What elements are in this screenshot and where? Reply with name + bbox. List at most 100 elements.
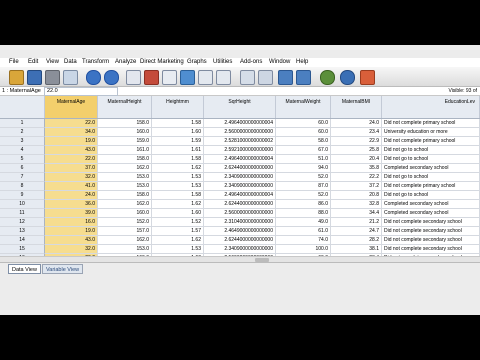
height-m-cell[interactable]: 1.53 [152, 245, 204, 254]
education-cell[interactable]: Did not go to school [382, 155, 480, 164]
maternal-age-cell[interactable]: 22.0 [45, 119, 98, 128]
maternal-height-cell[interactable]: 153.0 [98, 245, 152, 254]
maternal-bmi-cell[interactable]: 23.4 [331, 128, 382, 137]
maternal-age-cell[interactable]: 36.0 [45, 200, 98, 209]
row-number[interactable]: 15 [0, 245, 45, 254]
maternal-age-cell[interactable]: 32.0 [45, 173, 98, 182]
column-header-maternal-age[interactable]: MaternalAge [45, 96, 98, 118]
redo-icon[interactable] [104, 70, 119, 85]
height-m-cell[interactable]: 1.62 [152, 164, 204, 173]
tab-data-view[interactable]: Data View [8, 264, 41, 274]
row-number[interactable]: 14 [0, 236, 45, 245]
cell-value-field[interactable]: 22.0 [44, 87, 118, 96]
maternal-weight-cell[interactable]: 94.0 [276, 164, 331, 173]
maternal-height-cell[interactable]: 160.0 [98, 128, 152, 137]
maternal-bmi-cell[interactable]: 38.1 [331, 245, 382, 254]
height-m-cell[interactable]: 1.53 [152, 173, 204, 182]
maternal-weight-cell[interactable]: 49.0 [276, 218, 331, 227]
sqr-height-cell[interactable]: 2.3104000000000000 [204, 218, 276, 227]
maternal-bmi-cell[interactable]: 22.9 [331, 137, 382, 146]
maternal-weight-cell[interactable]: 52.0 [276, 191, 331, 200]
education-cell[interactable]: Did not complete secondary school [382, 236, 480, 245]
split-file-icon[interactable] [240, 70, 255, 85]
maternal-weight-cell[interactable]: 100.0 [276, 245, 331, 254]
maternal-bmi-cell[interactable]: 28.2 [331, 236, 382, 245]
insert-variable-icon[interactable] [216, 70, 231, 85]
menu-analyze[interactable]: Analyze [115, 58, 136, 67]
maternal-height-cell[interactable]: 152.0 [98, 218, 152, 227]
sqr-height-cell[interactable]: 2.5281000000000002 [204, 137, 276, 146]
height-m-cell[interactable]: 1.58 [152, 119, 204, 128]
education-cell[interactable]: Did not complete secondary school [382, 227, 480, 236]
maternal-age-cell[interactable]: 24.0 [45, 191, 98, 200]
maternal-age-cell[interactable]: 37.0 [45, 164, 98, 173]
maternal-bmi-cell[interactable]: 37.2 [331, 182, 382, 191]
sqr-height-cell[interactable]: 2.4964000000000004 [204, 155, 276, 164]
sqr-height-cell[interactable]: 2.5921000000000000 [204, 146, 276, 155]
education-cell[interactable]: Did not complete primary school [382, 119, 480, 128]
maternal-age-cell[interactable]: 16.0 [45, 218, 98, 227]
maternal-height-cell[interactable]: 158.0 [98, 119, 152, 128]
sqr-height-cell[interactable]: 2.3409000000000000 [204, 245, 276, 254]
sqr-height-cell[interactable]: 2.6244000000000000 [204, 164, 276, 173]
maternal-height-cell[interactable]: 158.0 [98, 191, 152, 200]
open-file-icon[interactable] [9, 70, 24, 85]
maternal-age-cell[interactable]: 34.0 [45, 128, 98, 137]
spell-check-icon[interactable] [360, 70, 375, 85]
education-cell[interactable]: Completed secondary school [382, 164, 480, 173]
maternal-age-cell[interactable]: 19.0 [45, 137, 98, 146]
insert-cases-icon[interactable] [198, 70, 213, 85]
maternal-height-cell[interactable]: 162.0 [98, 164, 152, 173]
maternal-height-cell[interactable]: 157.0 [98, 227, 152, 236]
height-m-cell[interactable]: 1.61 [152, 146, 204, 155]
height-m-cell[interactable]: 1.52 [152, 218, 204, 227]
select-cases-icon[interactable] [278, 70, 293, 85]
menu-utilities[interactable]: Utilities [213, 58, 232, 67]
sqr-height-cell[interactable]: 2.4649000000000000 [204, 227, 276, 236]
maternal-weight-cell[interactable]: 58.0 [276, 137, 331, 146]
column-header-education[interactable]: EducationLev [382, 96, 480, 118]
goto-case-icon[interactable] [126, 70, 141, 85]
sqr-height-cell[interactable]: 2.6244000000000000 [204, 200, 276, 209]
maternal-bmi-cell[interactable]: 34.4 [331, 209, 382, 218]
row-number[interactable]: 9 [0, 191, 45, 200]
education-cell[interactable]: Did not complete secondary school [382, 218, 480, 227]
maternal-weight-cell[interactable]: 52.0 [276, 173, 331, 182]
row-number[interactable]: 4 [0, 146, 45, 155]
height-m-cell[interactable]: 1.62 [152, 236, 204, 245]
tab-variable-view[interactable]: Variable View [42, 264, 84, 274]
maternal-age-cell[interactable]: 43.0 [45, 236, 98, 245]
menu-view[interactable]: View [46, 58, 59, 67]
value-labels-icon[interactable] [296, 70, 311, 85]
education-cell[interactable]: Did not complete primary school [382, 137, 480, 146]
row-number[interactable]: 8 [0, 182, 45, 191]
column-header-maternal-weight[interactable]: MaternalWeight [276, 96, 331, 118]
maternal-height-cell[interactable]: 161.0 [98, 146, 152, 155]
row-number[interactable]: 2 [0, 128, 45, 137]
sqr-height-cell[interactable]: 2.4964000000000004 [204, 191, 276, 200]
maternal-age-cell[interactable]: 19.0 [45, 227, 98, 236]
column-header-maternal-bmi[interactable]: MaternalBMI [331, 96, 382, 118]
menu-transform[interactable]: Transform [82, 58, 109, 67]
education-cell[interactable]: Completed secondary school [382, 200, 480, 209]
column-header-maternal-height[interactable]: MaternalHeight [98, 96, 152, 118]
maternal-height-cell[interactable]: 158.0 [98, 155, 152, 164]
row-number[interactable]: 6 [0, 164, 45, 173]
maternal-age-cell[interactable]: 39.0 [45, 209, 98, 218]
height-m-cell[interactable]: 1.62 [152, 200, 204, 209]
height-m-cell[interactable]: 1.57 [152, 227, 204, 236]
maternal-bmi-cell[interactable]: 20.8 [331, 191, 382, 200]
weight-cases-icon[interactable] [258, 70, 273, 85]
sqr-height-cell[interactable]: 2.3409000000000000 [204, 182, 276, 191]
education-cell[interactable]: Did not go to school [382, 191, 480, 200]
find-icon[interactable] [180, 70, 195, 85]
row-number[interactable]: 1 [0, 119, 45, 128]
menu-direct-marketing[interactable]: Direct Marketing [140, 58, 184, 67]
maternal-bmi-cell[interactable]: 20.4 [331, 155, 382, 164]
education-cell[interactable]: Did not complete secondary school [382, 245, 480, 254]
sqr-height-cell[interactable]: 2.3409000000000000 [204, 173, 276, 182]
print-icon[interactable] [45, 70, 60, 85]
row-number[interactable]: 5 [0, 155, 45, 164]
maternal-height-cell[interactable]: 159.0 [98, 137, 152, 146]
menu-data[interactable]: Data [64, 58, 77, 67]
